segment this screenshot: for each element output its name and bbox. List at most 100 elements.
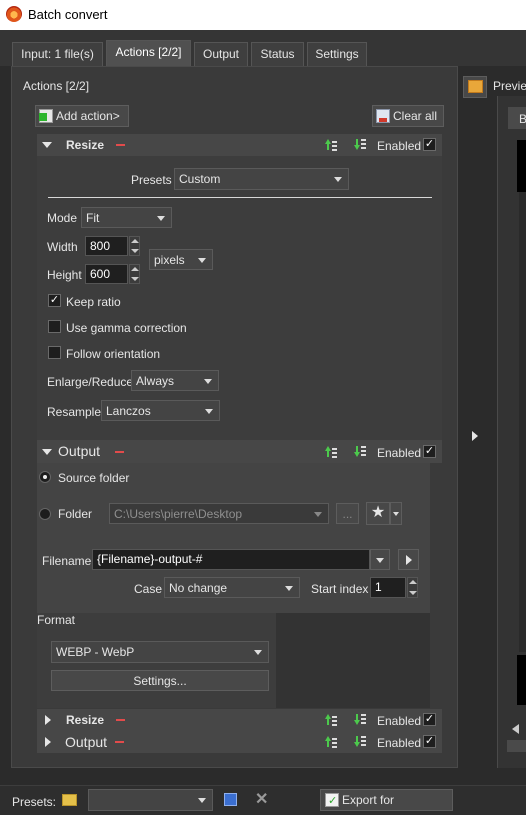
collapsed-output-header[interactable]: Output Enabled ✓ — [37, 731, 442, 753]
move-up-icon[interactable] — [324, 713, 338, 726]
source-folder-radio[interactable] — [39, 471, 51, 483]
remove-action-icon[interactable] — [116, 144, 125, 146]
start-index-input[interactable]: 1 — [370, 577, 406, 598]
tab-status[interactable]: Status — [251, 42, 304, 66]
orientation-checkbox[interactable] — [48, 346, 61, 359]
enabled-checkbox[interactable]: ✓ — [423, 445, 436, 458]
remove-action-icon[interactable] — [115, 741, 124, 743]
tab-settings[interactable]: Settings — [307, 42, 367, 66]
preview-image-top — [517, 140, 526, 192]
format-settings-button[interactable]: Settings... — [51, 670, 269, 691]
clear-all-icon — [376, 109, 390, 123]
chevron-down-icon — [314, 512, 322, 517]
move-up-icon[interactable] — [324, 445, 338, 458]
case-select[interactable]: No change — [164, 577, 300, 598]
actions-panel-title: Actions [2/2] — [23, 79, 90, 93]
move-up-icon[interactable] — [324, 735, 338, 748]
enlarge-label: Enlarge/Reduce — [47, 375, 134, 389]
expand-icon[interactable] — [45, 737, 51, 747]
resample-select[interactable]: Lanczos — [101, 400, 220, 421]
format-options-area — [276, 613, 430, 708]
enabled-checkbox[interactable]: ✓ — [423, 735, 436, 748]
move-down-icon[interactable] — [353, 713, 367, 726]
enabled-label: Enabled — [377, 139, 422, 153]
collapsed-output-title: Output — [65, 734, 108, 750]
chevron-down-icon — [204, 379, 212, 384]
unit-select[interactable]: pixels — [149, 249, 213, 270]
preview-prev-icon[interactable] — [512, 724, 519, 734]
resize-section-header[interactable]: Resize Enabled ✓ — [37, 134, 442, 156]
preview-tab[interactable]: B — [508, 107, 526, 129]
preview-canvas — [519, 192, 526, 652]
preview-image-bottom — [517, 655, 526, 705]
enabled-label: Enabled — [377, 736, 422, 750]
add-action-button[interactable]: Add action> — [35, 105, 129, 127]
star-icon: ★ — [370, 504, 386, 521]
remove-action-icon[interactable] — [116, 719, 125, 721]
enabled-checkbox[interactable]: ✓ — [423, 138, 436, 151]
tab-input[interactable]: Input: 1 file(s) — [12, 42, 103, 66]
start-index-spinner[interactable] — [407, 577, 418, 598]
expand-icon[interactable] — [45, 715, 51, 725]
splitter-arrow-icon[interactable] — [472, 431, 478, 441]
width-spinner[interactable] — [129, 236, 140, 256]
filename-input[interactable]: {Filename}-output-# — [92, 549, 370, 570]
preview-toggle-button[interactable] — [463, 76, 487, 98]
presets-label: Presets — [131, 173, 172, 187]
collapse-icon[interactable] — [42, 142, 52, 148]
enlarge-select[interactable]: Always — [131, 370, 219, 391]
clear-all-button[interactable]: Clear all — [372, 105, 444, 127]
gamma-checkbox[interactable] — [48, 320, 61, 333]
start-index-label: Start index — [311, 582, 369, 596]
mode-select[interactable]: Fit — [81, 207, 172, 228]
height-input[interactable]: 600 — [85, 264, 128, 284]
collapse-icon[interactable] — [42, 449, 52, 455]
chevron-down-icon — [393, 512, 399, 516]
keep-ratio-checkbox[interactable]: ✓ — [48, 294, 61, 307]
move-down-icon[interactable] — [353, 735, 367, 748]
browse-folder-button[interactable]: ... — [336, 503, 359, 524]
case-label: Case — [134, 582, 163, 596]
height-label: Height — [47, 268, 82, 282]
move-up-icon[interactable] — [324, 138, 338, 151]
enabled-checkbox[interactable]: ✓ — [423, 713, 436, 726]
gamma-label: Use gamma correction — [66, 321, 187, 335]
presets-bottom-label: Presets: — [12, 795, 57, 809]
move-down-icon[interactable] — [353, 445, 367, 458]
mode-label: Mode — [47, 211, 78, 225]
save-icon[interactable] — [224, 793, 237, 806]
export-nconvert-button[interactable]: ✓ Export for NConvert... — [320, 789, 453, 815]
output-section-header[interactable]: Output Enabled ✓ — [37, 440, 442, 463]
tab-actions[interactable]: Actions [2/2] — [106, 40, 191, 66]
folder-path-select[interactable]: C:\Users\pierre\Desktop — [109, 503, 329, 524]
favorites-button[interactable]: ★ — [366, 502, 390, 525]
open-folder-icon[interactable] — [62, 794, 77, 806]
delete-icon[interactable]: ✕ — [255, 789, 268, 809]
height-spinner[interactable] — [129, 264, 140, 284]
chevron-down-icon — [254, 650, 262, 655]
filename-label: Filename — [42, 554, 92, 568]
folder-radio[interactable] — [39, 508, 51, 520]
arrow-right-icon — [406, 555, 412, 565]
filename-dropdown[interactable] — [370, 549, 390, 570]
source-folder-label: Source folder — [58, 471, 130, 485]
add-action-icon — [39, 109, 53, 123]
width-input[interactable]: 800 — [85, 236, 128, 256]
presets-bottom-select[interactable] — [88, 789, 213, 811]
filename-tokens-button[interactable] — [398, 549, 419, 570]
add-action-label: Add action> — [56, 109, 120, 123]
width-label: Width — [47, 240, 78, 254]
presets-select[interactable]: Custom — [174, 168, 349, 190]
preview-scrollbar[interactable] — [507, 740, 526, 752]
favorites-dropdown[interactable] — [390, 502, 402, 525]
tab-output[interactable]: Output — [194, 42, 248, 66]
chevron-down-icon — [334, 177, 342, 182]
remove-action-icon[interactable] — [115, 451, 124, 453]
keep-ratio-label: Keep ratio — [66, 295, 121, 309]
collapsed-resize-title: Resize — [66, 713, 105, 727]
chevron-down-icon — [157, 216, 165, 221]
folder-label: Folder — [58, 507, 93, 521]
format-select[interactable]: WEBP - WebP — [51, 641, 269, 663]
move-down-icon[interactable] — [353, 138, 367, 151]
collapsed-resize-header[interactable]: Resize Enabled ✓ — [37, 709, 442, 731]
